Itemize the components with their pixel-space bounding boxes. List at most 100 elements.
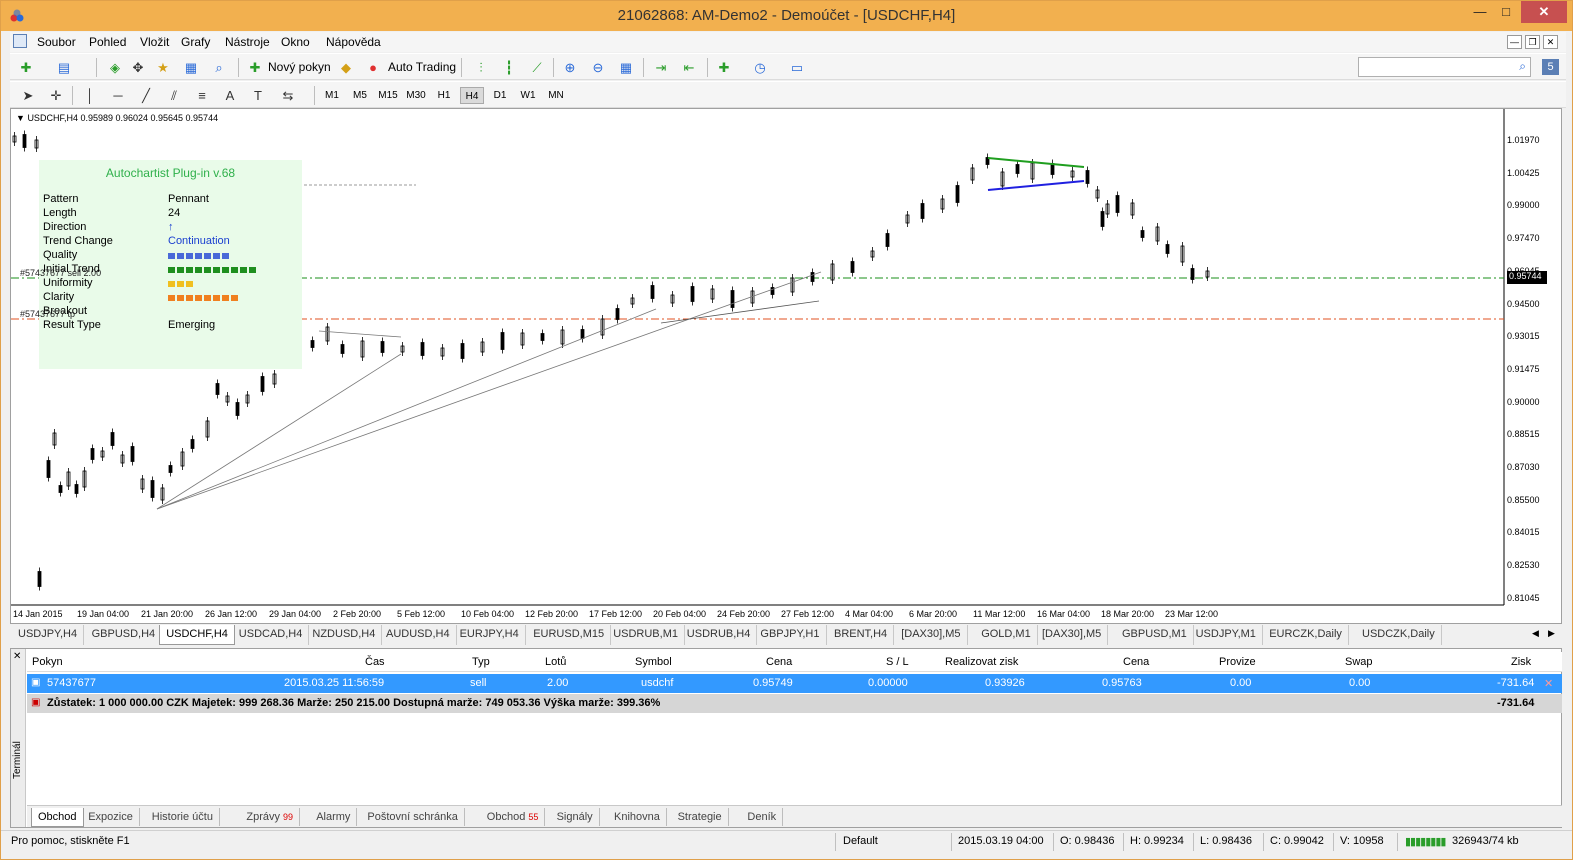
terminal-tab[interactable]: Knihovna [608, 808, 667, 826]
col-typ[interactable]: Typ [472, 656, 490, 668]
col-tp[interactable]: Realizovat zisk [945, 656, 1018, 668]
chart-tab[interactable]: USDJPY,H4 [12, 625, 85, 645]
terminal-tab[interactable]: Deník [741, 808, 784, 826]
chart-tab[interactable]: [DAX30],M5 [895, 625, 968, 645]
zoom-out-icon[interactable]: ⊖ [588, 58, 608, 76]
terminal-tab[interactable]: Zprávy 99 [240, 808, 301, 826]
chart-tab[interactable]: USDJPY,M1 [1190, 625, 1263, 645]
terminal-tab[interactable]: Obchod [31, 808, 84, 827]
tab-scroll-left-icon[interactable]: ◀ [1532, 628, 1539, 639]
auto-trading-button[interactable]: Auto Trading [388, 60, 456, 74]
timeframe-m15[interactable]: M15 [376, 87, 400, 104]
menu-nastroje[interactable]: Nástroje [225, 35, 270, 49]
terminal-tab[interactable]: Historie účtu [146, 808, 220, 826]
close-button[interactable]: ✕ [1521, 1, 1567, 23]
chart-tab[interactable]: AUDUSD,H4 [380, 625, 457, 645]
col-cena[interactable]: Cena [766, 656, 792, 668]
chart-tab[interactable]: USDCZK,Daily [1356, 625, 1442, 645]
timeframe-w1[interactable]: W1 [516, 87, 540, 104]
terminal-tab[interactable]: Strategie [672, 808, 729, 826]
crosshair-icon[interactable]: ✛ [46, 86, 66, 104]
menu-grafy[interactable]: Grafy [181, 35, 210, 49]
chart-tab[interactable]: GBPUSD,H4 [86, 625, 163, 645]
chart-tab[interactable]: GBPUSD,M1 [1116, 625, 1194, 645]
maximize-button[interactable]: □ [1493, 1, 1519, 23]
timeframe-h4[interactable]: H4 [460, 87, 484, 104]
arrows-icon[interactable]: ⇆ [278, 86, 298, 104]
mdi-restore-button[interactable]: ❐ [1525, 35, 1540, 49]
chart-tab[interactable]: USDRUB,M1 [607, 625, 685, 645]
chart-tab[interactable]: BRENT,H4 [828, 625, 895, 645]
horizontal-line-icon[interactable]: ─ [108, 86, 128, 104]
chart-tab[interactable]: EURJPY,H4 [454, 625, 526, 645]
col-cas[interactable]: Čas [365, 656, 385, 668]
profiles-icon[interactable]: ▤ [54, 58, 74, 76]
chart-tab[interactable]: EURUSD,M15 [527, 625, 612, 645]
chart-tab[interactable]: NZDUSD,H4 [306, 625, 383, 645]
document-icon[interactable] [13, 34, 27, 48]
timeframe-m1[interactable]: M1 [320, 87, 344, 104]
mdi-minimize-button[interactable]: — [1507, 35, 1522, 49]
new-order-button[interactable]: Nový pokyn [268, 60, 331, 74]
text-label-icon[interactable]: T [248, 86, 268, 104]
chart-tab[interactable]: GBPJPY,H1 [754, 625, 827, 645]
data-window-icon[interactable]: ▦ [181, 58, 201, 76]
chart-tab[interactable]: GOLD,M1 [975, 625, 1038, 645]
terminal-tab[interactable]: Alarmy [310, 808, 358, 826]
menu-okno[interactable]: Okno [281, 35, 310, 49]
trendline-icon[interactable]: ╱ [136, 86, 156, 104]
new-order-icon[interactable]: ✚ [245, 58, 265, 76]
metaeditor-icon[interactable]: ◆ [336, 58, 356, 76]
timeframe-mn[interactable]: MN [544, 87, 568, 104]
chart-shift-icon[interactable]: ⇤ [679, 58, 699, 76]
bar-chart-icon[interactable]: ⫶ [471, 58, 491, 76]
terminal-close-icon[interactable]: ✕ [13, 651, 21, 662]
chart-tab[interactable]: USDCHF,H4 [159, 625, 235, 645]
menu-vlozit[interactable]: Vložit [140, 35, 169, 49]
autoscroll-icon[interactable]: ⇥ [651, 58, 671, 76]
chart-tab[interactable]: [DAX30],M5 [1036, 625, 1109, 645]
col-swap[interactable]: Swap [1345, 656, 1373, 668]
periods-icon[interactable]: ◷ [750, 58, 770, 76]
timeframe-m30[interactable]: M30 [404, 87, 428, 104]
notifications-badge[interactable]: 5 [1542, 59, 1559, 75]
indicators-icon[interactable]: ✚ [714, 58, 734, 76]
text-icon[interactable]: A [220, 86, 240, 104]
timeframe-m5[interactable]: M5 [348, 87, 372, 104]
col-lotu[interactable]: Lotů [545, 656, 566, 668]
chart-window[interactable]: ▼ USDCHF,H4 0.95989 0.96024 0.95645 0.95… [10, 108, 1562, 624]
search-icon[interactable]: ⌕ [1519, 59, 1526, 74]
terminal-tab[interactable]: Expozice [82, 808, 140, 826]
chart-tab[interactable]: USDCAD,H4 [233, 625, 310, 645]
menu-pohled[interactable]: Pohled [89, 35, 126, 49]
timeframe-h1[interactable]: H1 [432, 87, 456, 104]
tab-scroll-right-icon[interactable]: ▶ [1548, 628, 1555, 639]
cursor-icon[interactable]: ➤ [18, 86, 38, 104]
menu-soubor[interactable]: Soubor [37, 35, 76, 49]
mdi-close-button[interactable]: ✕ [1543, 35, 1558, 49]
terminal-tab[interactable]: Obchod 55 [481, 808, 546, 826]
fibonacci-icon[interactable]: ≡ [192, 86, 212, 104]
order-close-icon[interactable]: ✕ [1544, 677, 1553, 690]
favorites-icon[interactable]: ★ [153, 58, 173, 76]
strategy-tester-icon[interactable]: ⌕ [209, 58, 229, 76]
terminal-tab[interactable]: Poštovní schránka [361, 808, 465, 826]
vertical-line-icon[interactable]: │ [80, 86, 100, 104]
new-chart-icon[interactable]: ✚ [16, 58, 36, 76]
col-sl[interactable]: S / L [886, 656, 909, 668]
col-cena-current[interactable]: Cena [1123, 656, 1149, 668]
order-row[interactable]: ▣ 57437677 2015.03.25 11:56:59 sell 2.00… [27, 674, 1562, 693]
market-watch-icon[interactable]: ◈ [105, 58, 125, 76]
candlestick-icon[interactable]: ┇ [499, 58, 519, 76]
chart-tab[interactable]: USDRUB,H4 [681, 625, 758, 645]
col-symbol[interactable]: Symbol [635, 656, 672, 668]
menu-napoveda[interactable]: Nápověda [326, 35, 381, 49]
tile-windows-icon[interactable]: ▦ [616, 58, 636, 76]
col-provize[interactable]: Provize [1219, 656, 1256, 668]
timeframe-d1[interactable]: D1 [488, 87, 512, 104]
search-input[interactable]: ⌕ [1358, 57, 1531, 77]
col-pokyn[interactable]: Pokyn [32, 656, 63, 668]
templates-icon[interactable]: ▭ [787, 58, 807, 76]
zoom-in-icon[interactable]: ⊕ [560, 58, 580, 76]
navigator-icon[interactable]: ✥ [128, 58, 148, 76]
